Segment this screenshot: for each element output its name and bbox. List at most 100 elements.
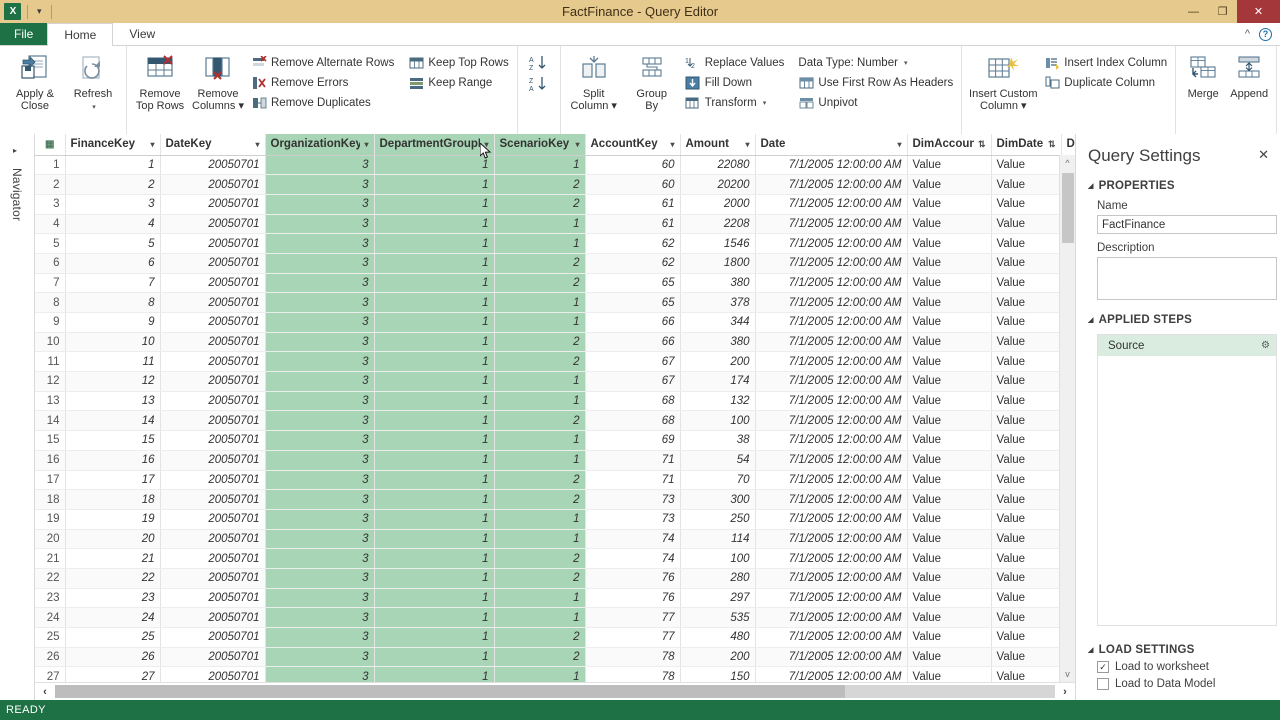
cell-financekey[interactable]: 1 <box>65 155 161 176</box>
navigator-pane[interactable]: ▸ Navigator <box>0 134 35 700</box>
cell-dimdate[interactable]: Value <box>991 489 1062 510</box>
table-row[interactable]: 24 24 20050701 3 1 1 77 535 7/1/2005 12:00:00 AM… <box>35 607 1075 628</box>
vertical-scrollbar[interactable]: ^ v <box>1059 155 1075 682</box>
vertical-scroll-thumb[interactable] <box>1062 173 1074 243</box>
cell-scenariokey[interactable]: 2 <box>494 470 586 491</box>
cell-amount[interactable]: 280 <box>680 568 756 589</box>
cell-date[interactable]: 7/1/2005 12:00:00 AM <box>755 568 908 589</box>
cell-financekey[interactable]: 12 <box>65 371 161 392</box>
cell-dimdate[interactable]: Value <box>991 430 1062 451</box>
cell-dimdate[interactable]: Value <box>991 607 1062 628</box>
cell-date[interactable]: 7/1/2005 12:00:00 AM <box>755 292 908 313</box>
insert-custom-column-button[interactable]: Insert Custom Column ▾ <box>967 49 1039 112</box>
table-row[interactable]: 16 16 20050701 3 1 1 71 54 7/1/2005 12:00:00 AM V… <box>35 450 1075 471</box>
cell-datekey[interactable]: 20050701 <box>160 174 266 195</box>
cell-dimdate[interactable]: Value <box>991 588 1062 609</box>
cell-accountkey[interactable]: 71 <box>585 470 681 491</box>
cell-scenariokey[interactable]: 1 <box>494 233 586 254</box>
column-header-organizationkey[interactable]: OrganizationKey ▾ <box>265 134 375 156</box>
cell-amount[interactable]: 380 <box>680 273 756 294</box>
cell-datekey[interactable]: 20050701 <box>160 529 266 550</box>
cell-dimdate[interactable]: Value <box>991 312 1062 333</box>
cell-amount[interactable]: 132 <box>680 391 756 412</box>
cell-departmentgroupkey[interactable]: 1 <box>374 253 495 274</box>
cell-departmentgroupkey[interactable]: 1 <box>374 548 495 569</box>
cell-departmentgroupkey[interactable]: 1 <box>374 529 495 550</box>
cell-dimaccount[interactable]: Value <box>907 430 992 451</box>
table-row[interactable]: 26 26 20050701 3 1 2 78 200 7/1/2005 12:00:00 AM… <box>35 647 1075 668</box>
cell-scenariokey[interactable]: 2 <box>494 647 586 668</box>
cell-dimaccount[interactable]: Value <box>907 568 992 589</box>
cell-organizationkey[interactable]: 3 <box>265 430 375 451</box>
applied-steps-section-header[interactable]: ◢ APPLIED STEPS <box>1088 314 1268 326</box>
cell-dimaccount[interactable]: Value <box>907 548 992 569</box>
cell-dimaccount[interactable]: Value <box>907 607 992 628</box>
cell-organizationkey[interactable]: 3 <box>265 292 375 313</box>
cell-amount[interactable]: 480 <box>680 627 756 648</box>
cell-financekey[interactable]: 20 <box>65 529 161 550</box>
cell-amount[interactable]: 297 <box>680 588 756 609</box>
cell-financekey[interactable]: 16 <box>65 450 161 471</box>
cell-dimdate[interactable]: Value <box>991 666 1062 682</box>
cell-scenariokey[interactable]: 2 <box>494 351 586 373</box>
cell-dimdate[interactable]: Value <box>991 332 1062 353</box>
cell-accountkey[interactable]: 62 <box>585 233 681 254</box>
cell-date[interactable]: 7/1/2005 12:00:00 AM <box>755 273 908 294</box>
expand-columns-icon[interactable]: ⇅ <box>1044 139 1056 150</box>
cell-scenariokey[interactable]: 1 <box>494 509 586 530</box>
cell-amount[interactable]: 22080 <box>680 155 756 176</box>
cell-departmentgroupkey[interactable]: 1 <box>374 391 495 412</box>
cell-datekey[interactable]: 20050701 <box>160 450 266 471</box>
cell-amount[interactable]: 54 <box>680 450 756 471</box>
table-row[interactable]: 1 1 20050701 3 1 1 60 22080 7/1/2005 12:00:00 AM… <box>35 155 1075 176</box>
cell-dimdate[interactable]: Value <box>991 391 1062 412</box>
cell-datekey[interactable]: 20050701 <box>160 214 266 235</box>
cell-date[interactable]: 7/1/2005 12:00:00 AM <box>755 509 908 530</box>
cell-dimaccount[interactable]: Value <box>907 470 992 491</box>
cell-organizationkey[interactable]: 3 <box>265 371 375 392</box>
table-row[interactable]: 7 7 20050701 3 1 2 65 380 7/1/2005 12:00:00 AM Va… <box>35 273 1075 294</box>
filter-dropdown-icon[interactable]: ▾ <box>480 140 488 149</box>
cell-dimaccount[interactable]: Value <box>907 529 992 550</box>
close-query-settings-icon[interactable]: ✕ <box>1258 147 1269 163</box>
column-header-datekey[interactable]: DateKey ▾ <box>160 134 266 156</box>
cell-accountkey[interactable]: 67 <box>585 371 681 392</box>
cell-date[interactable]: 7/1/2005 12:00:00 AM <box>755 332 908 353</box>
cell-dimdate[interactable]: Value <box>991 548 1062 569</box>
table-row[interactable]: 6 6 20050701 3 1 2 62 1800 7/1/2005 12:00:00 AM V… <box>35 253 1075 274</box>
table-row[interactable]: 11 11 20050701 3 1 2 67 200 7/1/2005 12:00:00 AM… <box>35 351 1075 373</box>
cell-dimdate[interactable]: Value <box>991 233 1062 254</box>
cell-amount[interactable]: 200 <box>680 647 756 668</box>
chevron-down-icon[interactable]: ▾ <box>92 104 96 111</box>
refresh-button[interactable]: Refresh ▾ <box>65 49 121 114</box>
cell-accountkey[interactable]: 74 <box>585 529 681 550</box>
apply-and-close-button[interactable]: Apply & Close <box>7 49 63 112</box>
cell-scenariokey[interactable]: 1 <box>494 666 586 682</box>
cell-date[interactable]: 7/1/2005 12:00:00 AM <box>755 470 908 491</box>
cell-datekey[interactable]: 20050701 <box>160 273 266 294</box>
filter-dropdown-icon[interactable]: ▾ <box>360 140 368 149</box>
cell-organizationkey[interactable]: 3 <box>265 568 375 589</box>
cell-date[interactable]: 7/1/2005 12:00:00 AM <box>755 371 908 392</box>
cell-dimaccount[interactable]: Value <box>907 155 992 176</box>
cell-datekey[interactable]: 20050701 <box>160 548 266 569</box>
remove-top-rows-button[interactable]: Remove Top Rows <box>132 49 188 112</box>
cell-organizationkey[interactable]: 3 <box>265 194 375 215</box>
replace-values-button[interactable]: 12 Replace Values <box>682 53 788 72</box>
cell-financekey[interactable]: 2 <box>65 174 161 195</box>
column-header-dimdepartmentg[interactable]: DimDepartmentG⇅ <box>1061 134 1075 156</box>
table-row[interactable]: 3 3 20050701 3 1 2 61 2000 7/1/2005 12:00:00 AM V… <box>35 194 1075 215</box>
applied-step-source[interactable]: Source ⚙ <box>1098 335 1276 356</box>
horizontal-scroll-track[interactable] <box>55 685 1055 698</box>
cell-dimdate[interactable]: Value <box>991 410 1062 432</box>
cell-date[interactable]: 7/1/2005 12:00:00 AM <box>755 647 908 668</box>
table-row[interactable]: 19 19 20050701 3 1 1 73 250 7/1/2005 12:00:00 AM… <box>35 509 1075 530</box>
cell-financekey[interactable]: 27 <box>65 666 161 682</box>
duplicate-column-button[interactable]: Duplicate Column <box>1041 73 1170 92</box>
sort-descending-button[interactable]: ZA <box>529 75 549 92</box>
cell-date[interactable]: 7/1/2005 12:00:00 AM <box>755 666 908 682</box>
column-header-financekey[interactable]: FinanceKey ▾ <box>65 134 161 156</box>
data-type-button[interactable]: Data Type: Number ▾ <box>795 53 956 72</box>
cell-dimdate[interactable]: Value <box>991 292 1062 313</box>
table-row[interactable]: 21 21 20050701 3 1 2 74 100 7/1/2005 12:00:00 AM… <box>35 548 1075 569</box>
